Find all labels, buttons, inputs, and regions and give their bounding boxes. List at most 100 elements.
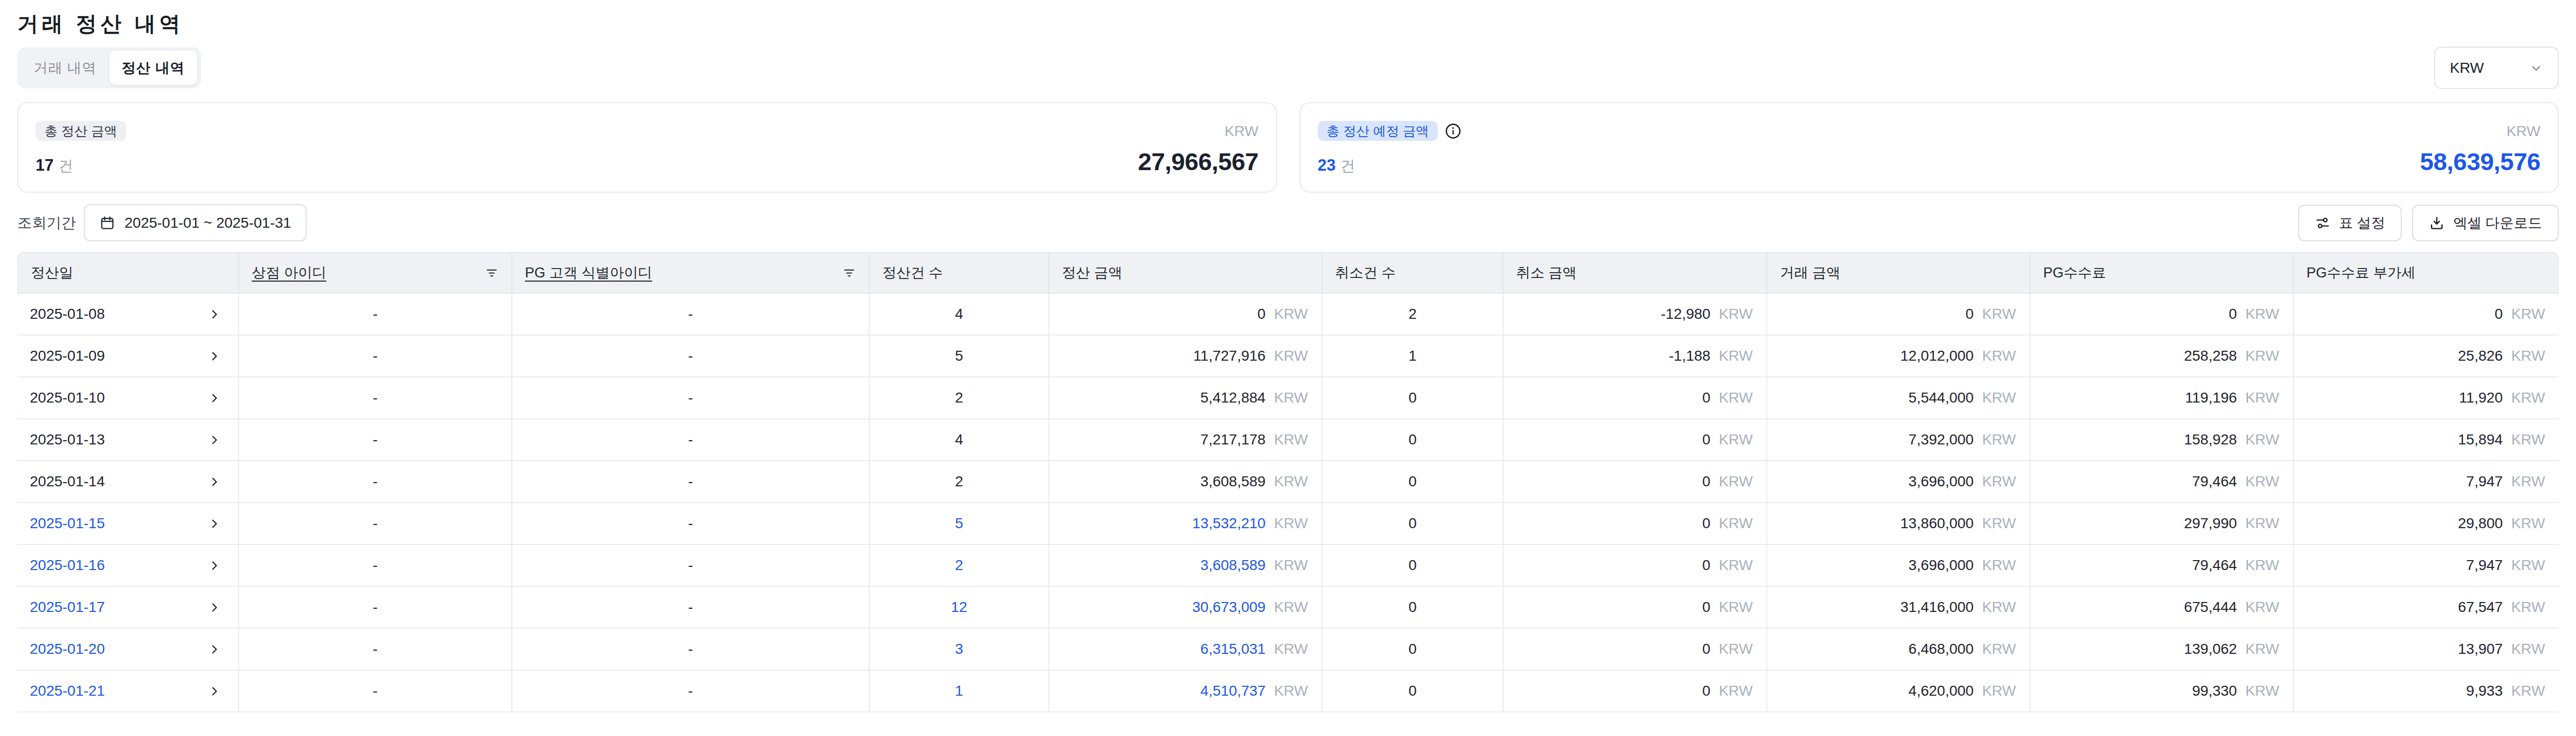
table-header-row: 정산일상점 아이디PG 고객 식별아이디정산건 수정산 금액취소건 수취소 금액… bbox=[17, 252, 2559, 294]
excel-download-button[interactable]: 엑셀 다운로드 bbox=[2412, 205, 2559, 241]
download-icon bbox=[2429, 215, 2445, 231]
amount-value: 0 bbox=[1703, 431, 1711, 448]
chevron-right-icon[interactable] bbox=[208, 601, 220, 614]
amount-value: 7,947 bbox=[2466, 557, 2503, 574]
currency-suffix: KRW bbox=[2511, 683, 2545, 699]
settlement-date[interactable]: 2025-01-10 bbox=[30, 389, 105, 406]
currency-suffix: KRW bbox=[1719, 306, 1753, 322]
amount-value: 11,727,916 bbox=[1193, 348, 1265, 364]
tabs-row: 거래 내역 정산 내역 KRW bbox=[17, 47, 2559, 89]
amount-value: -1,188 bbox=[1669, 348, 1710, 364]
cell-date: 2025-01-14 bbox=[17, 461, 239, 503]
count-value: 0 bbox=[1408, 515, 1417, 531]
currency-suffix: KRW bbox=[2245, 683, 2279, 699]
amount-value[interactable]: 3,608,589 bbox=[1201, 557, 1266, 574]
currency-suffix: KRW bbox=[1274, 389, 1308, 406]
currency-select-value: KRW bbox=[2450, 60, 2484, 76]
currency-suffix: KRW bbox=[2511, 641, 2545, 657]
page-title: 거래 정산 내역 bbox=[17, 13, 2559, 34]
column-label: 취소건 수 bbox=[1335, 263, 1396, 282]
cell-transaction_amount: 3,696,000KRW bbox=[1767, 545, 2031, 587]
count-value[interactable]: 12 bbox=[951, 599, 967, 615]
settlement-date[interactable]: 2025-01-20 bbox=[30, 641, 105, 657]
count-value[interactable]: 5 bbox=[955, 515, 964, 531]
date-range-picker[interactable]: 2025-01-01 ~ 2025-01-31 bbox=[84, 204, 307, 241]
amount-value: 9,933 bbox=[2466, 683, 2503, 699]
chevron-right-icon[interactable] bbox=[208, 392, 220, 404]
cell-pg_fee_vat: 7,947KRW bbox=[2294, 545, 2559, 587]
settlement-date[interactable]: 2025-01-09 bbox=[30, 348, 105, 364]
currency-label: KRW bbox=[1225, 123, 1259, 140]
cell-settlement_amount: 11,727,916 KRW bbox=[1049, 336, 1323, 377]
tab-settlements[interactable]: 정산 내역 bbox=[109, 51, 198, 85]
amount-value[interactable]: 4,510,737 bbox=[1201, 683, 1266, 699]
filter-row: 조회기간 2025-01-01 ~ 2025-01-31 표 설정 엑셀 다운로… bbox=[17, 204, 2559, 241]
chevron-right-icon[interactable] bbox=[208, 308, 220, 320]
chevron-right-icon[interactable] bbox=[208, 350, 220, 362]
cell-pg_fee: 119,196KRW bbox=[2031, 377, 2294, 419]
amount-value: 67,547 bbox=[2458, 599, 2503, 616]
cell-cancel_amount: 0KRW bbox=[1504, 629, 1767, 671]
total-settlement-card: 총 정산 금액 17건 KRW 27,966,567 bbox=[17, 102, 1277, 193]
amount-value: 99,330 bbox=[2192, 683, 2237, 699]
cell-pg_customer_id: - bbox=[512, 377, 870, 419]
currency-suffix: KRW bbox=[1719, 348, 1753, 364]
total-settlement-badge: 총 정산 금액 bbox=[36, 121, 126, 141]
filter-icon[interactable] bbox=[485, 266, 499, 280]
amount-value: 0 bbox=[1703, 389, 1711, 406]
cell-date: 2025-01-21 bbox=[17, 671, 239, 712]
column-header-cancel_amount: 취소 금액 bbox=[1504, 252, 1767, 294]
currency-suffix: KRW bbox=[1982, 641, 2016, 657]
tab-transactions[interactable]: 거래 내역 bbox=[21, 51, 109, 85]
chevron-right-icon[interactable] bbox=[208, 476, 220, 488]
chevron-right-icon[interactable] bbox=[208, 560, 220, 572]
table-row: 2025-01-08--40KRW2-12,980KRW0KRW0KRW0KRW bbox=[17, 294, 2559, 336]
amount-value: 7,217,178 bbox=[1201, 431, 1266, 448]
chevron-right-icon[interactable] bbox=[208, 434, 220, 446]
count-value[interactable]: 2 bbox=[955, 557, 964, 573]
settlement-date[interactable]: 2025-01-21 bbox=[30, 683, 105, 699]
chevron-right-icon[interactable] bbox=[208, 685, 220, 697]
amount-value: 13,860,000 bbox=[1900, 515, 1974, 532]
table-settings-button[interactable]: 표 설정 bbox=[2298, 205, 2402, 241]
cell-transaction_amount: 6,468,000KRW bbox=[1767, 629, 2031, 671]
cell-pg_fee_vat: 67,547KRW bbox=[2294, 587, 2559, 629]
cell-settlement_count: 4 bbox=[870, 294, 1049, 336]
currency-suffix: KRW bbox=[1274, 348, 1308, 364]
cell-cancel_count: 0 bbox=[1323, 419, 1504, 461]
cell-cancel_amount: 0KRW bbox=[1504, 545, 1767, 587]
cell-date: 2025-01-17 bbox=[17, 587, 239, 629]
chevron-right-icon[interactable] bbox=[208, 518, 220, 530]
table-row: 2025-01-21--14,510,737KRW00KRW4,620,000K… bbox=[17, 671, 2559, 712]
cell-date: 2025-01-13 bbox=[17, 419, 239, 461]
amount-value: 158,928 bbox=[2184, 431, 2237, 448]
cell-pg_fee_vat: 25,826KRW bbox=[2294, 336, 2559, 377]
column-header-merchant_id[interactable]: 상점 아이디 bbox=[239, 252, 512, 294]
settlement-date[interactable]: 2025-01-14 bbox=[30, 473, 105, 490]
settlement-date[interactable]: 2025-01-08 bbox=[30, 306, 105, 322]
currency-suffix: KRW bbox=[1719, 515, 1753, 532]
settlement-date[interactable]: 2025-01-13 bbox=[30, 431, 105, 448]
cell-settlement_amount: 5,412,884 KRW bbox=[1049, 377, 1323, 419]
column-label: 상점 아이디 bbox=[252, 263, 327, 282]
currency-suffix: KRW bbox=[2511, 473, 2545, 490]
amount-value[interactable]: 6,315,031 bbox=[1201, 641, 1266, 657]
amount-value[interactable]: 30,673,009 bbox=[1192, 599, 1265, 616]
cell-settlement_count: 12 bbox=[870, 587, 1049, 629]
expected-count-line: 23건 bbox=[1318, 156, 1462, 176]
info-icon[interactable] bbox=[1445, 123, 1461, 139]
settlement-date[interactable]: 2025-01-16 bbox=[30, 557, 105, 574]
filter-icon[interactable] bbox=[842, 266, 856, 280]
count-value[interactable]: 1 bbox=[955, 683, 964, 699]
chevron-right-icon[interactable] bbox=[208, 643, 220, 655]
cell-settlement_count: 2 bbox=[870, 377, 1049, 419]
column-label: 정산일 bbox=[31, 263, 73, 282]
amount-value[interactable]: 13,532,210 bbox=[1192, 515, 1265, 532]
settlement-date[interactable]: 2025-01-17 bbox=[30, 599, 105, 616]
amount-value: 5,412,884 bbox=[1201, 389, 1266, 406]
settlement-date[interactable]: 2025-01-15 bbox=[30, 515, 105, 532]
cell-cancel_amount: 0KRW bbox=[1504, 671, 1767, 712]
currency-select[interactable]: KRW bbox=[2434, 47, 2559, 89]
count-value[interactable]: 3 bbox=[955, 641, 964, 657]
column-header-pg_customer_id[interactable]: PG 고객 식별아이디 bbox=[512, 252, 870, 294]
